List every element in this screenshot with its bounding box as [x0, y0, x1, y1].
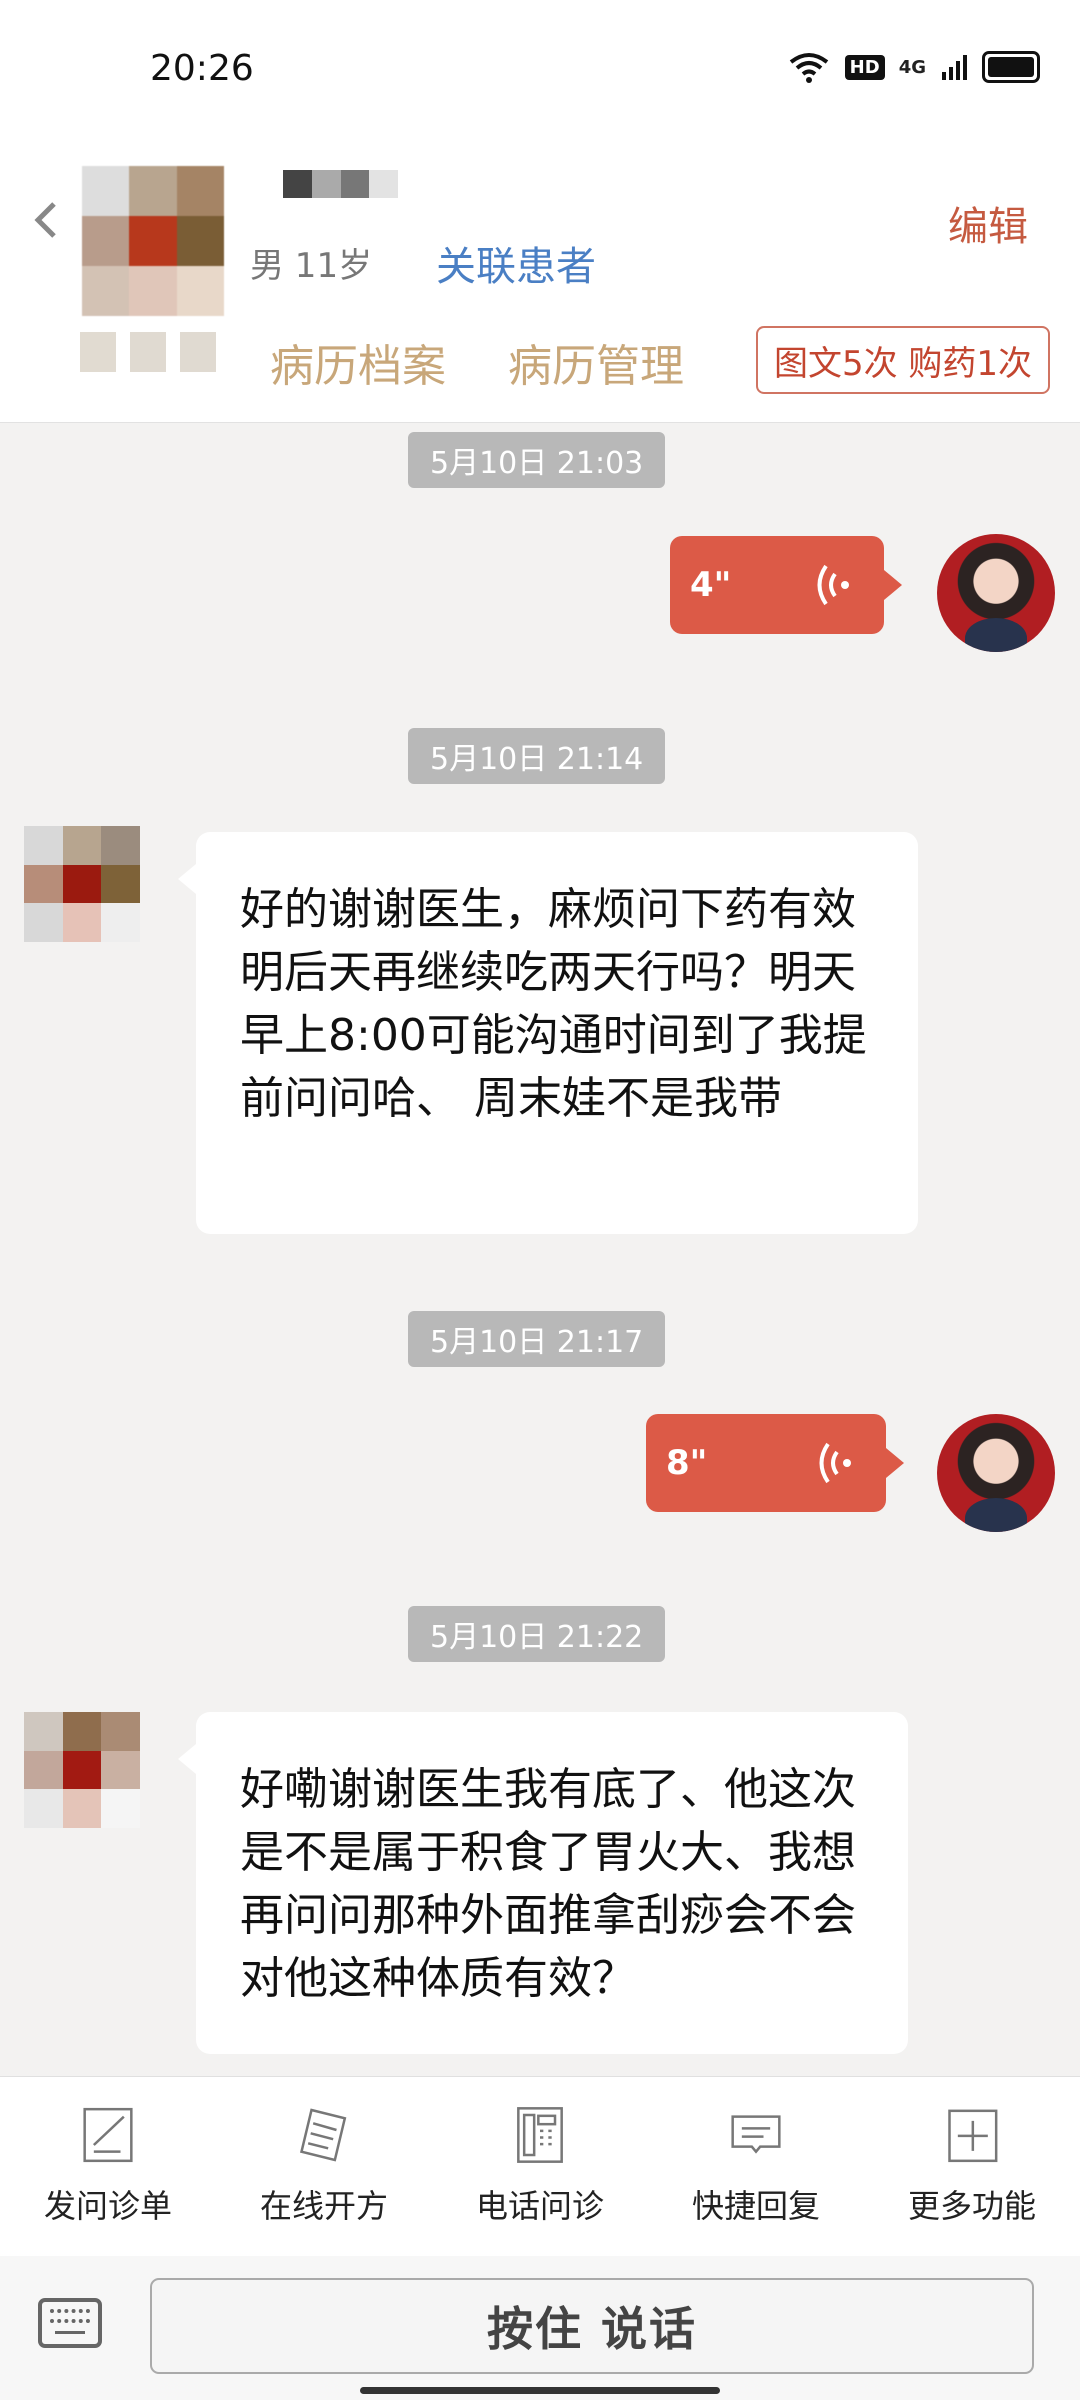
- tab-medical-record-archive[interactable]: 病历档案: [270, 330, 446, 394]
- voice-wave-icon: [819, 1442, 851, 1484]
- message-icon: [731, 2115, 781, 2154]
- patient-avatar[interactable]: [82, 166, 224, 316]
- hd-icon: HD: [844, 54, 885, 80]
- plus-square-icon: [948, 2109, 998, 2163]
- bottom-toolbar: 发问诊单 在线开方 电话问诊 快捷回复 更多功能: [0, 2076, 1080, 2258]
- consultation-quota-badge[interactable]: 图文5次 购药1次: [756, 326, 1050, 394]
- blurred-tab-label[interactable]: [80, 332, 230, 382]
- phone-icon: [517, 2107, 563, 2163]
- chat-timestamp: 5月10日 21:17: [408, 1311, 666, 1367]
- back-icon[interactable]: [30, 200, 62, 240]
- edit-button[interactable]: 编辑: [948, 194, 1028, 252]
- patient-mini-avatar[interactable]: [24, 826, 140, 942]
- send-questionnaire-button[interactable]: 发问诊单: [18, 2077, 198, 2227]
- doctor-avatar[interactable]: [937, 534, 1055, 652]
- form-edit-icon: [83, 2107, 133, 2163]
- keyboard-icon[interactable]: [38, 2298, 102, 2348]
- hold-to-talk-button[interactable]: 按住 说话: [150, 2278, 1034, 2374]
- chat-timestamp: 5月10日 21:03: [408, 432, 666, 488]
- voice-duration: 8": [666, 1443, 708, 1483]
- voice-input-row: 按住 说话: [0, 2256, 1080, 2400]
- patient-mini-avatar[interactable]: [24, 1712, 140, 1828]
- battery-icon: [982, 51, 1040, 83]
- wifi-icon: [789, 53, 828, 83]
- prescription-icon: [299, 2108, 347, 2162]
- status-time: 20:26: [150, 48, 254, 89]
- chat-timestamp: 5月10日 21:22: [408, 1606, 666, 1662]
- online-prescription-button[interactable]: 在线开方: [234, 2077, 414, 2227]
- more-functions-button[interactable]: 更多功能: [882, 2077, 1062, 2227]
- blurred-patient-name: [283, 170, 398, 198]
- phone-consultation-button[interactable]: 电话问诊: [450, 2077, 630, 2227]
- status-icons: HD 4G: [787, 50, 1040, 84]
- signal-icon: [942, 55, 967, 80]
- quick-reply-button[interactable]: 快捷回复: [666, 2077, 846, 2227]
- voice-message-bubble[interactable]: 4": [670, 536, 902, 634]
- voice-duration: 4": [690, 565, 732, 605]
- voice-message-bubble[interactable]: 8": [646, 1414, 904, 1512]
- voice-wave-icon: [817, 564, 849, 606]
- doctor-avatar[interactable]: [937, 1414, 1055, 1532]
- patient-text-message: 好的谢谢医生，麻烦问下药有效明后天再继续吃两天行吗？明天早上8:00可能沟通时间…: [178, 832, 918, 1234]
- patient-text-message: 好嘞谢谢医生我有底了、他这次是不是属于积食了胃火大、我想再问问那种外面推拿刮痧会…: [178, 1712, 908, 2054]
- chat-header: 男 11岁 关联患者 编辑 病历档案 病历管理 图文5次 购药1次: [0, 140, 1080, 423]
- home-indicator[interactable]: [360, 2387, 720, 2394]
- link-patient-button[interactable]: 关联患者: [436, 234, 596, 292]
- chat-timestamp: 5月10日 21:14: [408, 728, 666, 784]
- status-bar: 20:26 HD 4G: [0, 0, 1080, 140]
- tab-medical-record-management[interactable]: 病历管理: [508, 330, 684, 394]
- network-type: 4G: [898, 56, 926, 78]
- patient-gender-age: 男 11岁: [250, 246, 373, 286]
